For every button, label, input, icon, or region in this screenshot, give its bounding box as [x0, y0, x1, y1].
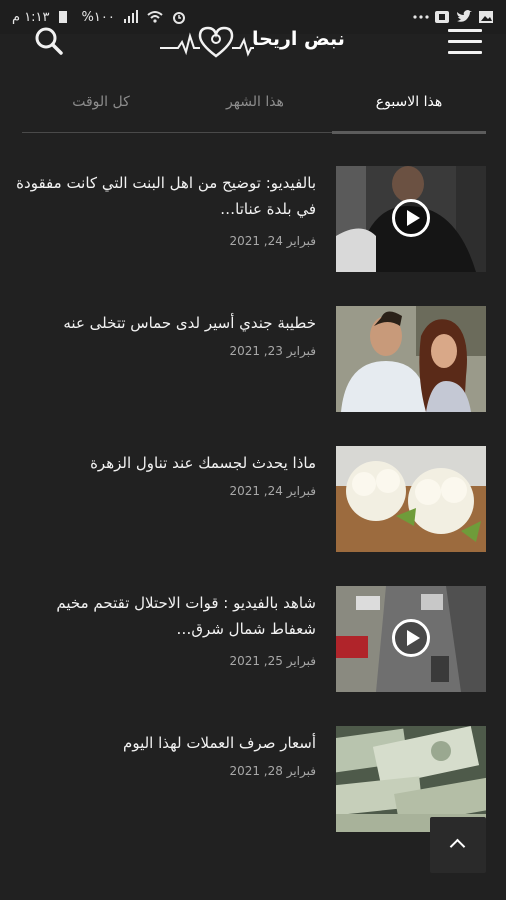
- article-thumbnail[interactable]: [336, 166, 486, 272]
- article-date: فبراير 23, 2021: [229, 344, 316, 358]
- article-title[interactable]: شاهد بالفيديو : قوات الاحتلال تقتحم مخيم…: [16, 590, 316, 642]
- play-icon: [392, 619, 430, 657]
- article-title[interactable]: أسعار صرف العملات لهذا اليوم: [16, 730, 316, 756]
- list-item[interactable]: ماذا يحدث لجسمك عند تناول الزهرة فبراير …: [0, 446, 506, 554]
- period-tabs: هذا الاسبوع هذا الشهر كل الوقت: [22, 86, 486, 134]
- article-title[interactable]: بالفيديو: توضيح من اهل البنت التي كانت م…: [16, 170, 316, 222]
- tab-all-time[interactable]: كل الوقت: [24, 86, 178, 132]
- article-date: فبراير 24, 2021: [229, 484, 316, 498]
- article-title[interactable]: خطيبة جندي أسير لدى حماس تتخلى عنه: [16, 310, 316, 336]
- logo-text: نبض اريحا: [252, 28, 345, 50]
- article-title[interactable]: ماذا يحدث لجسمك عند تناول الزهرة: [16, 450, 316, 476]
- scroll-to-top-button[interactable]: [430, 817, 486, 873]
- active-tab-indicator: [332, 131, 486, 134]
- article-thumbnail[interactable]: [336, 446, 486, 552]
- app-header: نبض اريحا: [0, 18, 506, 68]
- tab-this-month[interactable]: هذا الشهر: [178, 86, 332, 132]
- menu-icon[interactable]: [448, 29, 482, 55]
- tab-this-week[interactable]: هذا الاسبوع: [332, 86, 486, 132]
- article-thumbnail[interactable]: [336, 586, 486, 692]
- article-date: فبراير 25, 2021: [229, 654, 316, 668]
- article-date: فبراير 28, 2021: [229, 764, 316, 778]
- search-icon[interactable]: [34, 26, 64, 56]
- list-item[interactable]: بالفيديو: توضيح من اهل البنت التي كانت م…: [0, 166, 506, 274]
- play-icon: [392, 199, 430, 237]
- article-thumbnail[interactable]: [336, 306, 486, 412]
- article-date: فبراير 24, 2021: [229, 234, 316, 248]
- list-item[interactable]: خطيبة جندي أسير لدى حماس تتخلى عنه فبراي…: [0, 306, 506, 414]
- list-item[interactable]: شاهد بالفيديو : قوات الاحتلال تقتحم مخيم…: [0, 586, 506, 694]
